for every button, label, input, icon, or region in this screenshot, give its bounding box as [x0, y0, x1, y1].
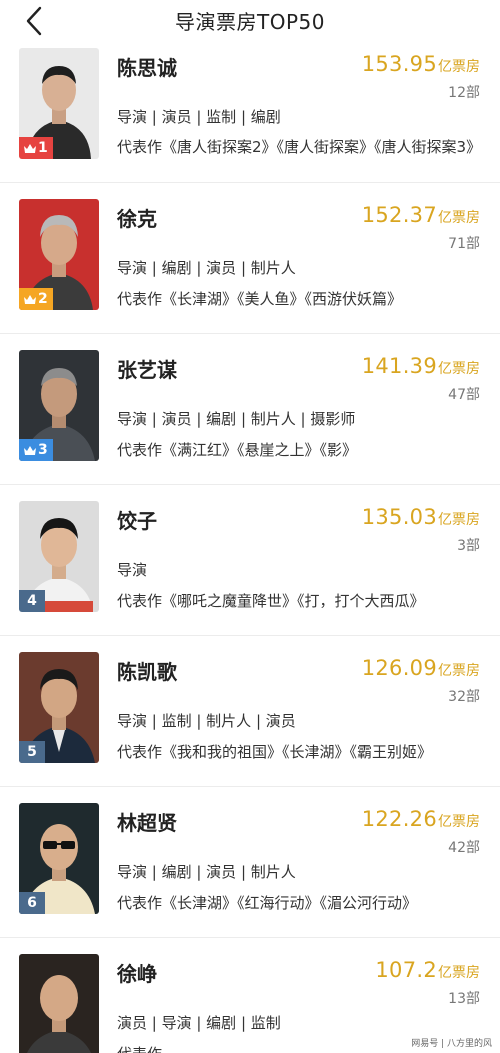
box-office: 153.95 亿票房 [362, 52, 480, 76]
rank-number: 2 [38, 291, 48, 307]
film-count: 3部 [457, 538, 480, 554]
director-card[interactable]: 2 徐克 152.37 亿票房 71部 导演 | 编剧 | 演员 | 制片人 代… [0, 183, 500, 334]
director-card[interactable]: 6 林超贤 122.26 亿票房 42部 导演 | 编剧 | 演员 | 制片人 … [0, 787, 500, 938]
director-roles: 导演 | 监制 | 制片人 | 演员 [117, 712, 296, 730]
director-card[interactable]: 1 陈思诚 153.95 亿票房 12部 导演 | 演员 | 监制 | 编剧 代… [0, 40, 500, 183]
portrait-image [19, 954, 99, 1053]
director-name: 陈凯歌 [117, 660, 177, 684]
rank-badge: 2 [19, 288, 53, 310]
box-office-value: 107.2 [375, 958, 437, 982]
crown-icon [24, 294, 36, 304]
rank-number: 6 [27, 895, 37, 911]
representative-works: 代表作《我和我的祖国》《长津湖》《霸王别姬》 [117, 743, 433, 761]
director-name: 徐克 [117, 207, 157, 231]
director-roles: 导演 | 编剧 | 演员 | 制片人 [117, 259, 296, 277]
crown-icon [24, 143, 36, 153]
rank-badge: 6 [19, 892, 45, 914]
director-roles: 导演 | 演员 | 编剧 | 制片人 | 摄影师 [117, 410, 356, 428]
representative-works: 代表作《满江红》《悬崖之上》《影》 [117, 441, 358, 459]
box-office: 107.2 亿票房 [375, 958, 480, 982]
rank-number: 1 [38, 140, 48, 156]
box-office-value: 153.95 [361, 52, 437, 76]
rank-number: 4 [27, 593, 37, 609]
page-title: 导演票房TOP50 [175, 10, 325, 34]
box-office: 126.09 亿票房 [362, 656, 480, 680]
box-office-value: 135.03 [361, 505, 437, 529]
crown-icon [24, 445, 36, 455]
rank-number: 3 [38, 442, 48, 458]
director-photo [19, 954, 99, 1053]
box-office-value: 141.39 [361, 354, 437, 378]
film-count: 42部 [448, 840, 480, 856]
director-card[interactable]: 4 饺子 135.03 亿票房 3部 导演 代表作《哪吒之魔童降世》《打，打个大… [0, 485, 500, 636]
director-name: 张艺谋 [117, 358, 177, 382]
box-office-unit: 亿票房 [438, 814, 480, 830]
director-photo: 5 [19, 652, 99, 763]
director-name: 徐峥 [117, 962, 157, 986]
director-photo: 1 [19, 48, 99, 159]
director-roles: 演员 | 导演 | 编剧 | 监制 [117, 1014, 281, 1032]
representative-works: 代表作《唐人街探案2》《唐人街探案》《唐人街探案3》 [117, 138, 482, 156]
film-count: 47部 [448, 387, 480, 403]
app-header: 导演票房TOP50 [0, 0, 500, 40]
box-office: 122.26 亿票房 [362, 807, 480, 831]
director-card[interactable]: 5 陈凯歌 126.09 亿票房 32部 导演 | 监制 | 制片人 | 演员 … [0, 636, 500, 787]
director-roles: 导演 [117, 561, 148, 579]
representative-works: 代表作《哪吒之魔童降世》《打，打个大西瓜》 [117, 592, 425, 610]
director-photo: 4 [19, 501, 99, 612]
box-office-value: 126.09 [361, 656, 437, 680]
director-name: 饺子 [117, 509, 157, 533]
box-office-unit: 亿票房 [438, 210, 480, 226]
box-office-value: 152.37 [361, 203, 437, 227]
film-count: 13部 [448, 991, 480, 1007]
representative-works: 代表作《长津湖》《美人鱼》《西游伏妖篇》 [117, 290, 403, 308]
film-count: 71部 [448, 236, 480, 252]
director-card[interactable]: 3 张艺谋 141.39 亿票房 47部 导演 | 演员 | 编剧 | 制片人 … [0, 334, 500, 485]
box-office: 135.03 亿票房 [362, 505, 480, 529]
director-roles: 导演 | 编剧 | 演员 | 制片人 [117, 863, 296, 881]
film-count: 12部 [448, 85, 480, 101]
box-office-unit: 亿票房 [438, 59, 480, 75]
rank-badge: 3 [19, 439, 53, 461]
rank-badge: 1 [19, 137, 53, 159]
director-photo: 2 [19, 199, 99, 310]
box-office-unit: 亿票房 [438, 512, 480, 528]
box-office: 141.39 亿票房 [362, 354, 480, 378]
director-name: 陈思诚 [117, 56, 177, 80]
box-office-unit: 亿票房 [438, 663, 480, 679]
film-count: 32部 [448, 689, 480, 705]
watermark: 网易号 | 八方里的风 [411, 1039, 492, 1049]
rank-badge: 5 [19, 741, 45, 763]
box-office-unit: 亿票房 [438, 965, 480, 981]
director-photo: 3 [19, 350, 99, 461]
director-name: 林超贤 [117, 811, 177, 835]
director-list: 1 陈思诚 153.95 亿票房 12部 导演 | 演员 | 监制 | 编剧 代… [0, 40, 500, 1053]
box-office: 152.37 亿票房 [362, 203, 480, 227]
box-office-unit: 亿票房 [438, 361, 480, 377]
director-roles: 导演 | 演员 | 监制 | 编剧 [117, 108, 281, 126]
box-office-value: 122.26 [361, 807, 437, 831]
rank-number: 5 [27, 744, 37, 760]
rank-badge: 4 [19, 590, 45, 612]
director-photo: 6 [19, 803, 99, 914]
representative-works: 代表作《长津湖》《红海行动》《湄公河行动》 [117, 894, 418, 912]
